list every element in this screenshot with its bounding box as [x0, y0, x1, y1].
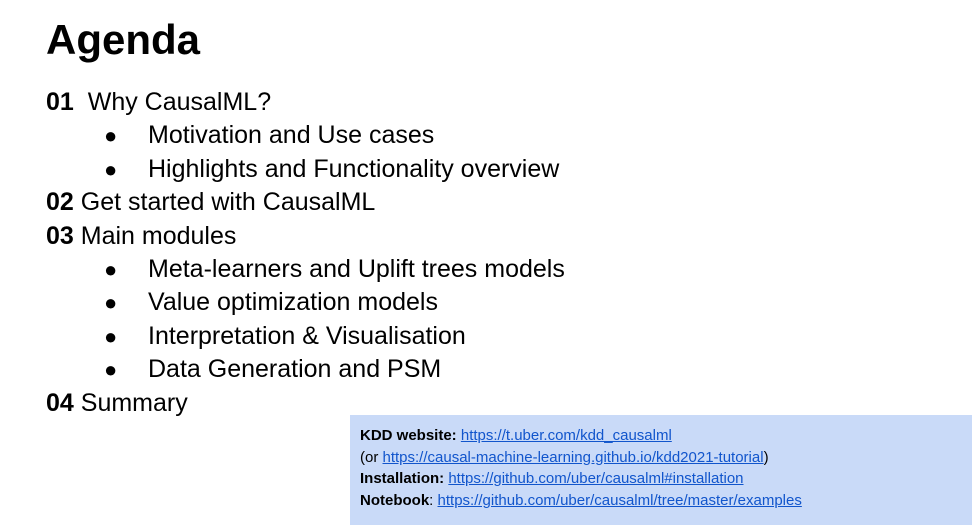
- bullet-icon: ●: [104, 357, 118, 383]
- alt-website-prefix: (or: [360, 448, 383, 466]
- notebook-line: Notebook: https://github.com/uber/causal…: [360, 490, 972, 512]
- resources-box: KDD website: https://t.uber.com/kdd_caus…: [350, 415, 972, 525]
- agenda-subitem: ● Data Generation and PSM: [46, 353, 565, 386]
- agenda-subitem: ● Motivation and Use cases: [46, 119, 565, 152]
- agenda-list: 01 Why CausalML? ● Motivation and Use cas…: [46, 86, 565, 420]
- agenda-subitem: ● Meta-learners and Uplift trees models: [46, 253, 565, 286]
- agenda-subitem: ● Highlights and Functionality overview: [46, 153, 565, 186]
- alt-website-suffix: ): [763, 448, 769, 466]
- agenda-subitem: ● Value optimization models: [46, 286, 565, 319]
- kdd-website-link[interactable]: https://t.uber.com/kdd_causalml: [461, 427, 672, 444]
- bullet-icon: ●: [104, 290, 118, 316]
- installation-link[interactable]: https://github.com/uber/causalml#install…: [448, 470, 743, 487]
- notebook-separator: :: [429, 491, 438, 509]
- agenda-subitem-text: Meta-learners and Uplift trees models: [148, 254, 565, 283]
- agenda-item-03: 03 Main modules: [46, 220, 565, 253]
- bullet-icon: ●: [104, 323, 118, 349]
- bullet-icon: ●: [104, 123, 118, 149]
- agenda-subitem: ● Interpretation & Visualisation: [46, 320, 565, 353]
- agenda-subitem-text: Value optimization models: [148, 288, 438, 317]
- agenda-subitem-text: Data Generation and PSM: [148, 355, 442, 384]
- agenda-subitem-text: Highlights and Functionality overview: [148, 154, 560, 183]
- agenda-item-number: 04: [46, 388, 74, 417]
- alt-website-link[interactable]: https://causal-machine-learning.github.i…: [383, 449, 764, 466]
- agenda-subitem-text: Motivation and Use cases: [148, 121, 435, 150]
- agenda-item-text: Summary: [80, 388, 188, 417]
- kdd-website-line: KDD website: https://t.uber.com/kdd_caus…: [360, 425, 972, 447]
- bullet-icon: ●: [104, 156, 118, 182]
- installation-line: Installation: https://github.com/uber/ca…: [360, 468, 972, 490]
- agenda-item-number: 01: [46, 88, 74, 116]
- notebook-link[interactable]: https://github.com/uber/causalml/tree/ma…: [438, 492, 802, 509]
- alt-website-line: (or https://causal-machine-learning.gith…: [360, 447, 972, 469]
- agenda-item-01: 01 Why CausalML?: [46, 86, 565, 119]
- slide-title: Agenda: [46, 16, 201, 63]
- agenda-item-number: 03: [46, 221, 74, 250]
- agenda-item-02: 02 Get started with CausalML: [46, 186, 565, 219]
- installation-label: Installation:: [360, 470, 445, 487]
- agenda-item-text: Why CausalML?: [87, 88, 272, 116]
- bullet-icon: ●: [104, 256, 118, 282]
- slide: Agenda 01 Why CausalML? ● Motivation and …: [0, 0, 978, 532]
- agenda-subitem-text: Interpretation & Visualisation: [148, 321, 466, 350]
- agenda-item-text: Main modules: [80, 221, 237, 250]
- notebook-label: Notebook: [360, 491, 430, 509]
- agenda-item-text: Get started with CausalML: [80, 188, 376, 217]
- kdd-website-label: KDD website:: [360, 427, 457, 444]
- agenda-item-number: 02: [46, 188, 74, 217]
